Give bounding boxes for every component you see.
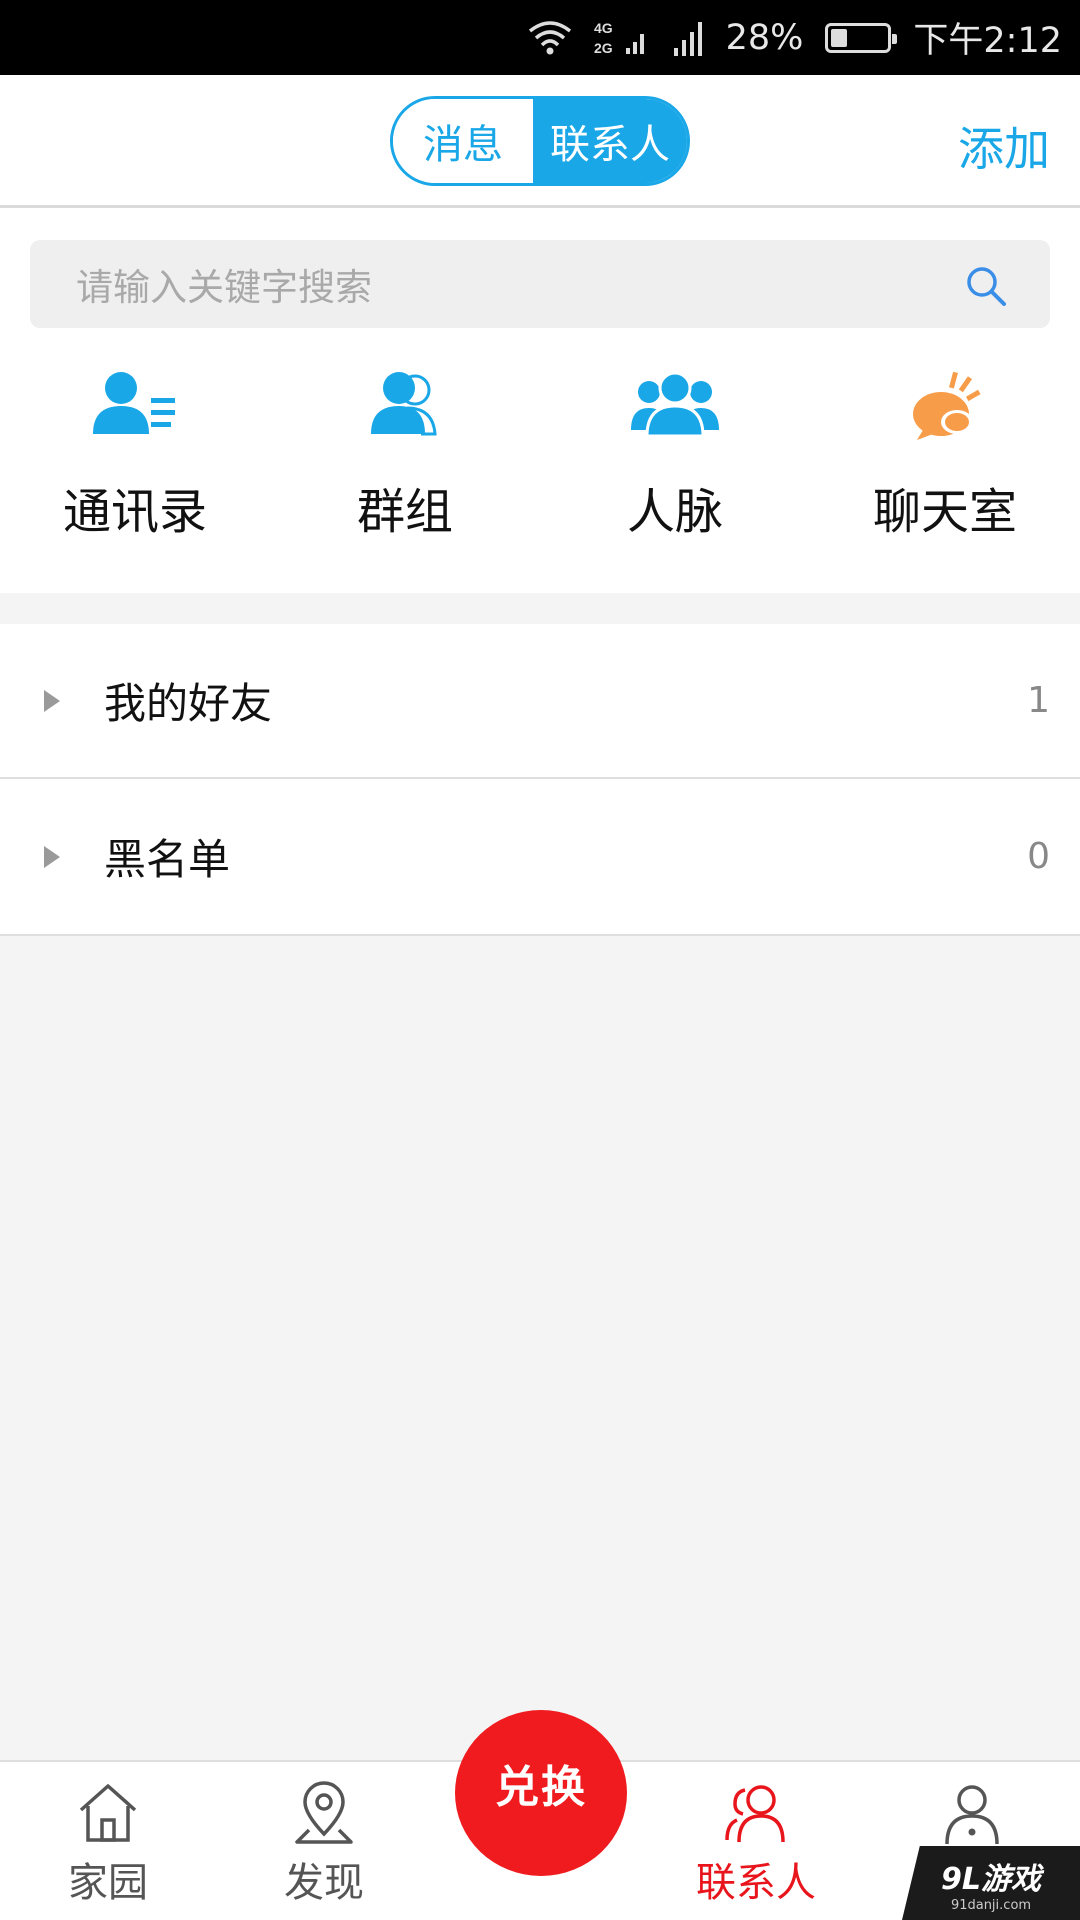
status-bar: 4G 2G 28% 下午2:12 [0, 0, 1080, 75]
tab-contacts[interactable]: 联系人 [533, 99, 687, 183]
wifi-icon [528, 20, 572, 55]
watermark-logo: 9L游戏 91danji.com [902, 1846, 1080, 1920]
contacts-icon [725, 1785, 785, 1843]
shortcut-chatroom[interactable]: 聊天室 [810, 368, 1080, 568]
signal-icon [672, 20, 704, 56]
svg-text:2G: 2G [594, 40, 613, 56]
nav-label: 家园 [68, 1860, 148, 1906]
battery-icon [825, 22, 898, 53]
exchange-button[interactable]: 兑换 [455, 1710, 627, 1876]
watermark-main: 9L游戏 [941, 1861, 1041, 1897]
group-count: 0 [1027, 836, 1050, 877]
header: 消息 联系人 添加 [0, 75, 1080, 208]
shortcut-label: 群组 [356, 484, 453, 540]
search-placeholder: 请输入关键字搜索 [76, 266, 372, 309]
shortcut-label: 通讯录 [62, 484, 207, 540]
shortcut-contacts-list[interactable]: 通讯录 [0, 368, 270, 568]
shortcut-group[interactable]: 群组 [270, 368, 540, 568]
contacts-list-icon [93, 372, 175, 434]
battery-percent: 28% [725, 17, 804, 58]
group-icon [371, 372, 437, 436]
network-people-icon [631, 371, 719, 438]
group-count: 1 [1027, 680, 1050, 721]
shortcut-row: 通讯录 群组 人脉 聊天室 [0, 368, 1080, 568]
svg-text:4G: 4G [594, 20, 613, 36]
search-input[interactable]: 请输入关键字搜索 [30, 240, 1050, 328]
clock: 下午2:12 [913, 21, 1062, 61]
nav-label: 联系人 [696, 1860, 816, 1906]
group-label: 我的好友 [104, 679, 273, 728]
nav-contacts[interactable]: 联系人 [666, 1762, 846, 1920]
add-button[interactable]: 添加 [958, 113, 1050, 179]
group-label: 黑名单 [104, 835, 231, 884]
profile-icon [945, 1785, 999, 1845]
shortcut-label: 聊天室 [872, 484, 1017, 540]
expand-arrow-icon [44, 845, 60, 868]
segment-control: 消息 联系人 [390, 96, 690, 186]
shortcut-label: 人脉 [626, 484, 723, 540]
watermark-sub: 91danji.com [950, 1897, 1032, 1913]
search-icon[interactable] [964, 264, 1008, 308]
list-item-friends[interactable]: 我的好友 1 [0, 624, 1080, 779]
nav-home[interactable]: 家园 [18, 1762, 198, 1920]
expand-arrow-icon [44, 689, 60, 712]
shortcut-network[interactable]: 人脉 [540, 368, 810, 568]
battery-level [831, 28, 847, 47]
contacts-top-panel: 请输入关键字搜索 通讯录 群组 人脉 聊天室 [0, 208, 1080, 593]
cellular-4g-2g-icon: 4G 2G [594, 18, 650, 58]
contact-group-list: 我的好友 1 黑名单 0 [0, 624, 1080, 936]
tab-messages[interactable]: 消息 [393, 99, 533, 183]
nav-label: 发现 [284, 1860, 364, 1906]
location-pin-icon [295, 1781, 353, 1844]
nav-discover[interactable]: 发现 [234, 1762, 414, 1920]
home-icon [79, 1784, 137, 1842]
list-item-blacklist[interactable]: 黑名单 0 [0, 779, 1080, 936]
chatroom-icon [913, 371, 981, 440]
